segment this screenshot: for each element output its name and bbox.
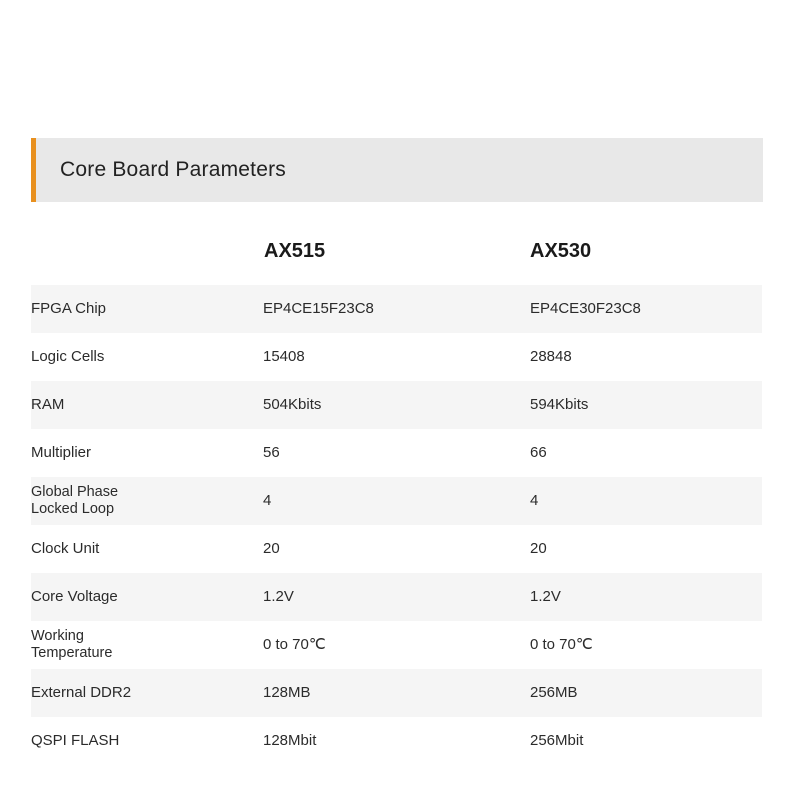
row-label: QSPI FLASH [31, 717, 263, 765]
row-label: Working Temperature [31, 621, 263, 669]
row-label-line: Working [31, 627, 84, 644]
table-row: Working Temperature 0 to 70℃ 0 to 70℃ [31, 621, 762, 669]
row-label-line: Locked Loop [31, 501, 115, 517]
table-row: External DDR2 128MB 256MB [31, 669, 762, 717]
table-row: Multiplier 56 66 [31, 429, 762, 477]
cell-ax530: 4 [530, 477, 762, 525]
table-row: FPGA Chip EP4CE15F23C8 EP4CE30F23C8 [31, 285, 762, 333]
row-label: Clock Unit [31, 525, 263, 573]
column-header-parameter [31, 217, 263, 285]
row-label: FPGA Chip [31, 285, 263, 333]
row-label: External DDR2 [31, 669, 263, 717]
cell-ax530: 28848 [530, 333, 762, 381]
table-row: Global Phase Locked Loop 4 4 [31, 477, 762, 525]
cell-ax515: 504Kbits [263, 381, 530, 429]
cell-ax515: 4 [263, 477, 530, 525]
table-body: FPGA Chip EP4CE15F23C8 EP4CE30F23C8 Logic C… [31, 285, 762, 765]
cell-ax530: 1.2V [530, 573, 762, 621]
cell-ax530: 594Kbits [530, 381, 762, 429]
row-label-line: Temperature [31, 645, 113, 661]
row-label: Core Voltage [31, 573, 263, 621]
cell-ax530: 256MB [530, 669, 762, 717]
cell-ax530: 20 [530, 525, 762, 573]
cell-ax530: 256Mbit [530, 717, 762, 765]
cell-ax515: 15408 [263, 333, 530, 381]
column-header-ax530: AX530 [530, 217, 762, 285]
section-header: Core Board Parameters [31, 138, 763, 202]
row-label: Logic Cells [31, 333, 263, 381]
column-header-ax515: AX515 [263, 217, 530, 285]
table-row: Clock Unit 20 20 [31, 525, 762, 573]
cell-ax515: 56 [263, 429, 530, 477]
row-label: Global Phase Locked Loop [31, 477, 263, 525]
core-board-parameters-table: AX515 AX530 FPGA Chip EP4CE15F23C8 EP4CE30… [31, 217, 762, 765]
table-row: QSPI FLASH 128Mbit 256Mbit [31, 717, 762, 765]
table-head: AX515 AX530 [31, 217, 762, 285]
table-row: RAM 504Kbits 594Kbits [31, 381, 762, 429]
cell-ax530: 0 to 70℃ [530, 621, 762, 669]
cell-ax515: 128Mbit [263, 717, 530, 765]
table-row: Logic Cells 15408 28848 [31, 333, 762, 381]
cell-ax530: EP4CE30F23C8 [530, 285, 762, 333]
cell-ax515: 128MB [263, 669, 530, 717]
spec-sheet-page: Core Board Parameters AX515 AX530 FPGA C… [0, 0, 800, 800]
cell-ax530: 66 [530, 429, 762, 477]
table-row: Core Voltage 1.2V 1.2V [31, 573, 762, 621]
row-label-line: Global Phase [31, 483, 119, 500]
cell-ax515: 20 [263, 525, 530, 573]
cell-ax515: 1.2V [263, 573, 530, 621]
page-title: Core Board Parameters [60, 158, 286, 181]
cell-ax515: EP4CE15F23C8 [263, 285, 530, 333]
row-label: Multiplier [31, 429, 263, 477]
cell-ax515: 0 to 70℃ [263, 621, 530, 669]
row-label: RAM [31, 381, 263, 429]
table-header-row: AX515 AX530 [31, 217, 762, 285]
